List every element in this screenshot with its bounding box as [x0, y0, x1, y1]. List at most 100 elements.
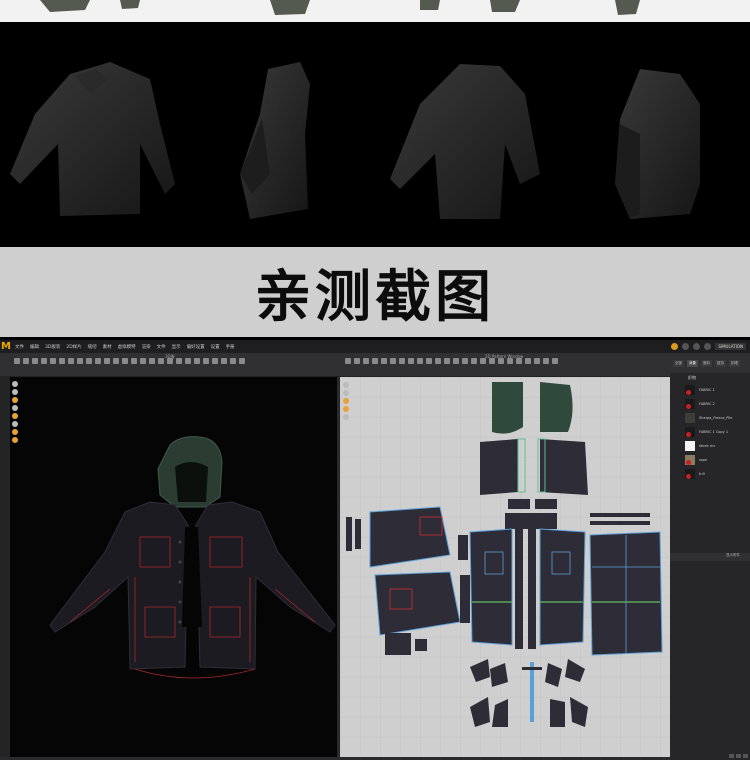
- fold-2d-icon[interactable]: [462, 358, 468, 364]
- free-sew-icon[interactable]: [435, 358, 441, 364]
- strengthen-icon[interactable]: [149, 358, 155, 364]
- menu-item-text[interactable]: 文件: [154, 344, 169, 350]
- topstitch-icon[interactable]: [95, 358, 101, 364]
- notch-icon[interactable]: [417, 358, 423, 364]
- menu-item-render[interactable]: 渲染: [139, 344, 154, 350]
- fabric-section-header[interactable]: 织物: [670, 373, 750, 383]
- brush-icon[interactable]: [68, 358, 74, 364]
- rectangle-icon[interactable]: [381, 358, 387, 364]
- tab-fabric[interactable]: 面料: [701, 359, 712, 367]
- annotation-icon[interactable]: [552, 358, 558, 364]
- tab-buttons[interactable]: 纽扣: [715, 359, 726, 367]
- menu-item-edit[interactable]: 编辑: [27, 344, 42, 350]
- menu-item-settings[interactable]: 设置: [208, 344, 223, 350]
- info-display-icon[interactable]: [343, 414, 349, 420]
- seam-allowance-icon[interactable]: [507, 358, 513, 364]
- shirring-icon[interactable]: [113, 358, 119, 364]
- pleat-icon[interactable]: [104, 358, 110, 364]
- avatar-display-icon[interactable]: [12, 381, 18, 387]
- fabric-item[interactable]: fabric mc: [670, 439, 750, 453]
- expand-icon[interactable]: [743, 754, 748, 758]
- dart-icon[interactable]: [408, 358, 414, 364]
- help-icon[interactable]: [704, 343, 712, 350]
- menu-item-preferences[interactable]: 偏好设置: [184, 344, 208, 350]
- hide-icon[interactable]: [239, 358, 245, 364]
- graphic-icon[interactable]: [131, 358, 137, 364]
- segment-sew-icon[interactable]: [426, 358, 432, 364]
- solidify-icon[interactable]: [221, 358, 227, 364]
- pin-display-icon[interactable]: [12, 421, 18, 427]
- tab-buttonholes[interactable]: 扣眼: [729, 359, 740, 367]
- texture-2d-display-icon[interactable]: [343, 406, 349, 412]
- menu-item-materials[interactable]: 素材: [100, 344, 115, 350]
- property-editor-header[interactable]: 显示附件: [670, 553, 750, 561]
- tape-icon[interactable]: [50, 358, 56, 364]
- menu-item-2d-pattern[interactable]: 2D样片: [63, 344, 84, 350]
- polygon-icon[interactable]: [372, 358, 378, 364]
- trace-icon[interactable]: [471, 358, 477, 364]
- grain-icon[interactable]: [525, 358, 531, 364]
- edit-pattern-icon[interactable]: [345, 358, 351, 364]
- light-display-icon[interactable]: [12, 429, 18, 435]
- stitch-display-icon[interactable]: [12, 413, 18, 419]
- avatar-icon[interactable]: [167, 358, 173, 364]
- trim-icon[interactable]: [122, 358, 128, 364]
- camera-icon[interactable]: [176, 358, 182, 364]
- menu-item-3d-garment[interactable]: 3D服装: [42, 344, 63, 350]
- move-icon[interactable]: [23, 358, 29, 364]
- tab-objects[interactable]: 对象: [687, 359, 698, 367]
- fabric-item[interactable]: FABRIC 1 Copy 1: [670, 425, 750, 439]
- texture-icon[interactable]: [140, 358, 146, 364]
- pin-icon[interactable]: [32, 358, 38, 364]
- internal-line-icon[interactable]: [399, 358, 405, 364]
- morph-icon[interactable]: [230, 358, 236, 364]
- tab-all[interactable]: 全部: [673, 359, 684, 367]
- gravity-icon[interactable]: [203, 358, 209, 364]
- arrangement-display-icon[interactable]: [12, 437, 18, 443]
- trim-2d-icon[interactable]: [516, 358, 522, 364]
- fabric-item[interactable]: FABRIC 2: [670, 397, 750, 411]
- user-icon[interactable]: [682, 343, 690, 350]
- fabric-display-icon[interactable]: [12, 397, 18, 403]
- button-icon[interactable]: [77, 358, 83, 364]
- check-sew-icon[interactable]: [444, 358, 450, 364]
- menu-item-file[interactable]: 文件: [12, 344, 27, 350]
- simulation-mode-label[interactable]: SIMULATION: [715, 343, 746, 350]
- layer-icon[interactable]: [158, 358, 164, 364]
- ruler-2d-icon[interactable]: [543, 358, 549, 364]
- select-icon[interactable]: [14, 358, 20, 364]
- pattern-display-icon[interactable]: [343, 382, 349, 388]
- menu-item-sewing[interactable]: 缝纫: [85, 344, 100, 350]
- grid-view-icon[interactable]: [729, 754, 734, 758]
- freeze-icon[interactable]: [212, 358, 218, 364]
- measure-icon[interactable]: [59, 358, 65, 364]
- garment-display-icon[interactable]: [12, 389, 18, 395]
- fold-icon[interactable]: [41, 358, 47, 364]
- fit-map-icon[interactable]: [194, 358, 200, 364]
- sewing-display-icon[interactable]: [343, 390, 349, 396]
- circle-icon[interactable]: [390, 358, 396, 364]
- fabric-item[interactable]: trill: [670, 467, 750, 481]
- settings-icon[interactable]: [693, 343, 701, 350]
- 2d-pattern-window[interactable]: [340, 377, 670, 757]
- grade-icon[interactable]: [480, 358, 486, 364]
- menu-item-manual[interactable]: 手册: [223, 344, 238, 350]
- menu-item-display[interactable]: 显示: [169, 344, 184, 350]
- unfold-icon[interactable]: [498, 358, 504, 364]
- zipper-icon[interactable]: [86, 358, 92, 364]
- list-view-icon[interactable]: [736, 754, 741, 758]
- fabric-item[interactable]: FABRIC 1: [670, 383, 750, 397]
- fabric-item[interactable]: Sherpa_Fleece_Pile: [670, 411, 750, 425]
- 3d-garment-window[interactable]: [10, 377, 337, 757]
- fabric-item[interactable]: rope: [670, 453, 750, 467]
- symmetry-icon[interactable]: [489, 358, 495, 364]
- cloud-icon[interactable]: [671, 343, 679, 350]
- edit-point-icon[interactable]: [354, 358, 360, 364]
- fabric-2d-display-icon[interactable]: [343, 398, 349, 404]
- texture-2d-icon[interactable]: [453, 358, 459, 364]
- texture-display-icon[interactable]: [12, 405, 18, 411]
- zoom-2d-icon[interactable]: [534, 358, 540, 364]
- light-icon[interactable]: [185, 358, 191, 364]
- menu-item-avatar[interactable]: 虚拟模特: [115, 344, 139, 350]
- edit-curve-icon[interactable]: [363, 358, 369, 364]
